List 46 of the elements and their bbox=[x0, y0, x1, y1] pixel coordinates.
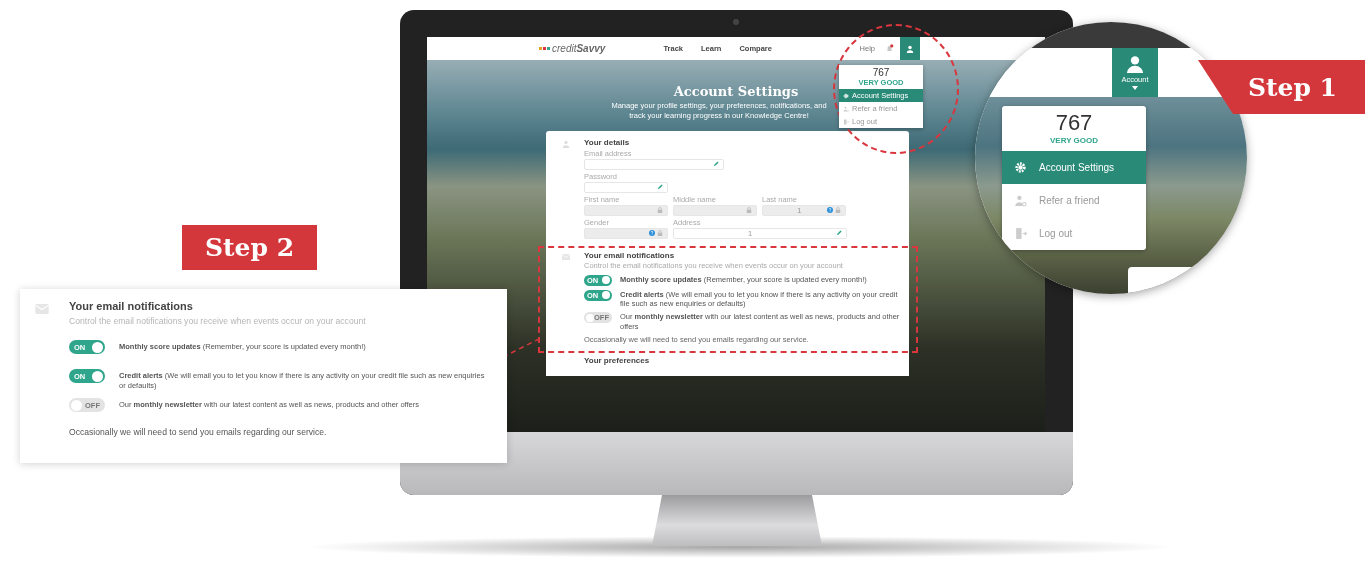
score-rating: VERY GOOD bbox=[1049, 136, 1099, 147]
lock-icon bbox=[657, 207, 663, 213]
lock-icon bbox=[746, 207, 752, 213]
menu-item[interactable]: Refer a friend bbox=[1002, 184, 1146, 217]
input-field[interactable] bbox=[584, 181, 668, 193]
camera-dot bbox=[733, 19, 739, 25]
user-icon bbox=[562, 139, 570, 148]
pencil-icon[interactable] bbox=[657, 184, 663, 190]
step-banner: Step 1 bbox=[1198, 60, 1365, 114]
person-plus-icon bbox=[1014, 194, 1027, 207]
section-title: Your email notifications bbox=[584, 250, 676, 260]
help-icon[interactable] bbox=[827, 207, 833, 213]
menu-item[interactable]: Account Settings bbox=[1002, 151, 1146, 184]
door-icon bbox=[1014, 227, 1027, 240]
lock-icon bbox=[657, 230, 663, 236]
logo[interactable]: creditSavvy bbox=[552, 43, 606, 54]
input-field[interactable] bbox=[584, 158, 724, 170]
door-icon bbox=[843, 118, 849, 125]
help-icon[interactable] bbox=[649, 230, 655, 236]
menu-item[interactable]: Log out bbox=[1002, 217, 1146, 250]
input-field[interactable] bbox=[584, 204, 668, 216]
account-button[interactable] bbox=[900, 37, 920, 60]
score-value: 767 bbox=[871, 66, 891, 78]
user-icon bbox=[1126, 55, 1144, 73]
caret-icon bbox=[1132, 86, 1138, 90]
section-subtitle: Control the email notifications you receive when events occur on your account bbox=[69, 316, 367, 326]
page-title: Account Settings bbox=[673, 84, 799, 99]
lock-icon bbox=[835, 207, 841, 213]
pencil-icon[interactable] bbox=[713, 161, 719, 167]
input-field[interactable] bbox=[673, 204, 757, 216]
notification-note: Occasionally we will need to send you emails regarding our service. bbox=[69, 427, 328, 437]
logo-icon bbox=[539, 47, 550, 50]
bell-icon[interactable] bbox=[885, 44, 894, 53]
score-value: 767 bbox=[1054, 109, 1094, 136]
envelope-icon bbox=[562, 252, 570, 261]
section-title: Your preferences bbox=[584, 356, 650, 366]
gear-icon bbox=[1014, 161, 1027, 174]
section-title: Your email notifications bbox=[69, 300, 194, 312]
section-title: Your details bbox=[584, 137, 631, 147]
person-plus-icon bbox=[843, 105, 849, 112]
pencil-icon[interactable] bbox=[836, 230, 842, 236]
user-icon bbox=[906, 44, 914, 53]
input-field[interactable] bbox=[584, 227, 668, 239]
step-banner: Step 2 bbox=[182, 225, 317, 270]
gear-icon bbox=[843, 92, 849, 99]
envelope-icon bbox=[35, 304, 49, 314]
